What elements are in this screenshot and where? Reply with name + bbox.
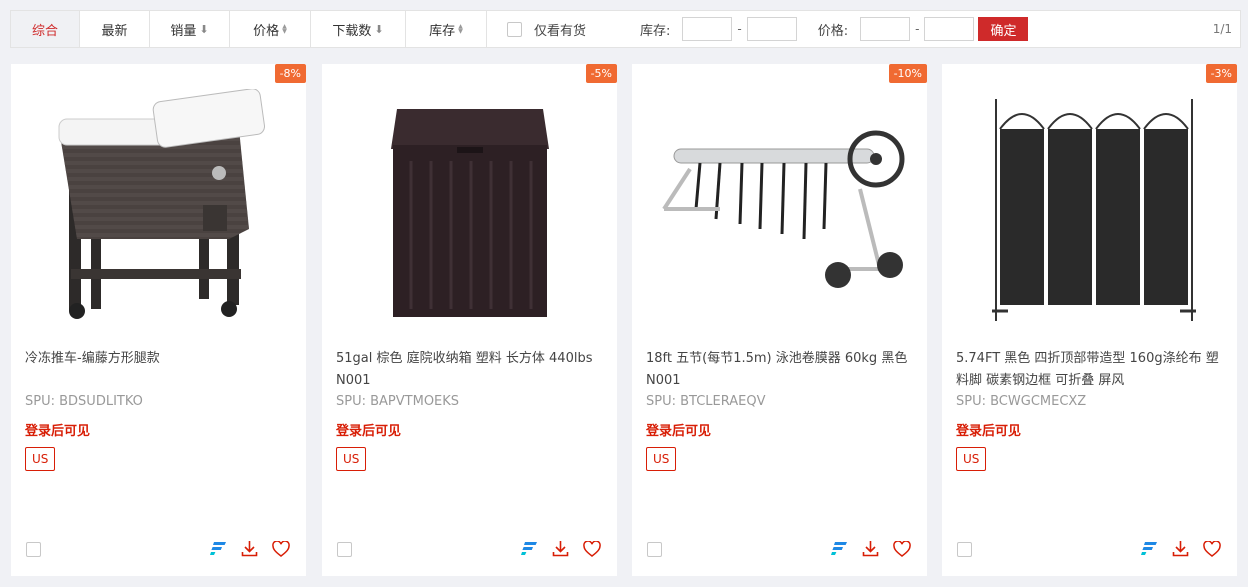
favorite-heart-icon[interactable]: [892, 539, 911, 558]
sort-tab-label: 销量: [170, 23, 197, 39]
card-actions: [830, 539, 911, 558]
flash-publish-icon[interactable]: [830, 539, 849, 558]
favorite-heart-icon[interactable]: [582, 539, 601, 558]
sort-updown-icon: ▲ ▼: [282, 23, 287, 35]
login-to-view[interactable]: 登录后可见: [25, 420, 90, 439]
stock-min-input[interactable]: [682, 17, 733, 41]
product-select-checkbox[interactable]: [957, 542, 972, 557]
product-select-checkbox[interactable]: [647, 542, 662, 557]
sort-tab-label: 库存: [429, 23, 456, 39]
stock-range: 库存: -: [640, 17, 797, 41]
download-icon[interactable]: [551, 539, 570, 558]
in-stock-label: 仅看有货: [534, 23, 587, 39]
download-icon[interactable]: [1171, 539, 1190, 558]
product-title[interactable]: 冷冻推车-编藤方形腿款: [25, 348, 297, 370]
price-range-label: 价格:: [817, 23, 849, 39]
sort-tab-stock[interactable]: 库存 ▲ ▼: [406, 11, 487, 47]
product-title[interactable]: 51gal 棕色 庭院收纳箱 塑料 长方体 440lbs N001: [336, 348, 608, 392]
product-card[interactable]: -3% 5.74FT 黑色 四折顶部带造型 160g涤纶布 塑料脚 碳素钢边框 …: [942, 64, 1237, 576]
discount-badge: -5%: [585, 64, 617, 83]
in-stock-filter[interactable]: 仅看有货: [507, 20, 586, 39]
product-image[interactable]: [25, 86, 292, 332]
download-icon[interactable]: [240, 539, 259, 558]
range-dash: -: [915, 22, 920, 36]
sort-tab-newest[interactable]: 最新: [80, 11, 150, 47]
discount-badge: -10%: [888, 64, 927, 83]
login-to-view[interactable]: 登录后可见: [956, 420, 1021, 439]
product-title[interactable]: 18ft 五节(每节1.5m) 泳池卷膜器 60kg 黑色 N001: [646, 348, 918, 392]
product-spu: SPU: BAPVTMOEKS: [336, 394, 460, 409]
price-max-input[interactable]: [924, 17, 975, 41]
card-actions: [209, 539, 290, 558]
sort-tab-label: 综合: [31, 23, 58, 39]
in-stock-checkbox[interactable]: [507, 21, 522, 37]
sort-tab-label: 最新: [101, 23, 128, 39]
arrow-down-icon: ⬇: [199, 22, 209, 36]
card-actions: [1140, 539, 1221, 558]
flash-publish-icon[interactable]: [209, 539, 228, 558]
cooler-cart-icon: [58, 89, 265, 319]
page-indicator: 1/1: [1212, 22, 1232, 36]
sort-tab-label: 下载数: [332, 23, 372, 39]
filter-bar: 综合 最新 销量 ⬇ 价格 ▲ ▼ 下载数 ⬇ 库存 ▲ ▼ 仅看有货 库存: - 价格: …: [10, 10, 1241, 48]
product-spu: SPU: BDSUDLITKO: [25, 394, 143, 409]
product-spu: SPU: BCWGCMECXZ: [956, 394, 1087, 409]
region-tag: US: [956, 447, 987, 471]
sort-tab-price[interactable]: 价格 ▲ ▼: [230, 11, 311, 47]
sort-tab-sales[interactable]: 销量 ⬇: [150, 11, 230, 47]
product-card[interactable]: -8% 冷冻推车-编藤方形腿款 SPU: BDSUDLITKO 登录后可见 US: [11, 64, 306, 576]
flash-publish-icon[interactable]: [1140, 539, 1159, 558]
discount-badge: -3%: [1205, 64, 1237, 83]
arrow-down-icon: ⬇: [374, 22, 384, 36]
sort-updown-icon: ▲ ▼: [458, 23, 463, 35]
sort-tab-label: 价格: [253, 23, 280, 39]
product-title[interactable]: 5.74FT 黑色 四折顶部带造型 160g涤纶布 塑料脚 碳素钢边框 可折叠 …: [956, 348, 1228, 392]
range-dash: -: [737, 22, 742, 36]
flash-publish-icon[interactable]: [520, 539, 539, 558]
product-image[interactable]: [336, 86, 603, 332]
login-to-view[interactable]: 登录后可见: [336, 420, 401, 439]
product-image[interactable]: [956, 86, 1223, 332]
price-min-input[interactable]: [860, 17, 911, 41]
download-icon[interactable]: [861, 539, 880, 558]
storage-box-icon: [390, 109, 549, 317]
region-tag: US: [646, 447, 677, 471]
region-tag: US: [25, 447, 56, 471]
price-range: 价格: - 确定: [818, 17, 1029, 41]
confirm-button[interactable]: 确定: [978, 17, 1029, 41]
product-spu: SPU: BTCLERAEQV: [646, 394, 766, 409]
product-select-checkbox[interactable]: [337, 542, 352, 557]
product-card[interactable]: -10% 18ft 五节(每节1.5m) 泳池卷膜器 60kg 黑色 N001 …: [632, 64, 927, 576]
favorite-heart-icon[interactable]: [271, 539, 290, 558]
stock-range-label: 库存:: [640, 23, 671, 39]
folding-screen-icon: [991, 99, 1196, 321]
product-card[interactable]: -5% 51gal 棕色 庭院收纳箱 塑料 长方体 440lbs N001 SP…: [322, 64, 617, 576]
card-actions: [520, 539, 601, 558]
product-image[interactable]: [646, 86, 913, 332]
favorite-heart-icon[interactable]: [1202, 539, 1221, 558]
product-select-checkbox[interactable]: [26, 542, 41, 557]
discount-badge: -8%: [274, 64, 306, 83]
sort-tab-downloads[interactable]: 下载数 ⬇: [311, 11, 406, 47]
region-tag: US: [336, 447, 367, 471]
login-to-view[interactable]: 登录后可见: [646, 420, 711, 439]
pool-reel-icon: [661, 130, 904, 288]
stock-max-input[interactable]: [746, 17, 797, 41]
sort-tab-comprehensive[interactable]: 综合: [11, 11, 80, 47]
